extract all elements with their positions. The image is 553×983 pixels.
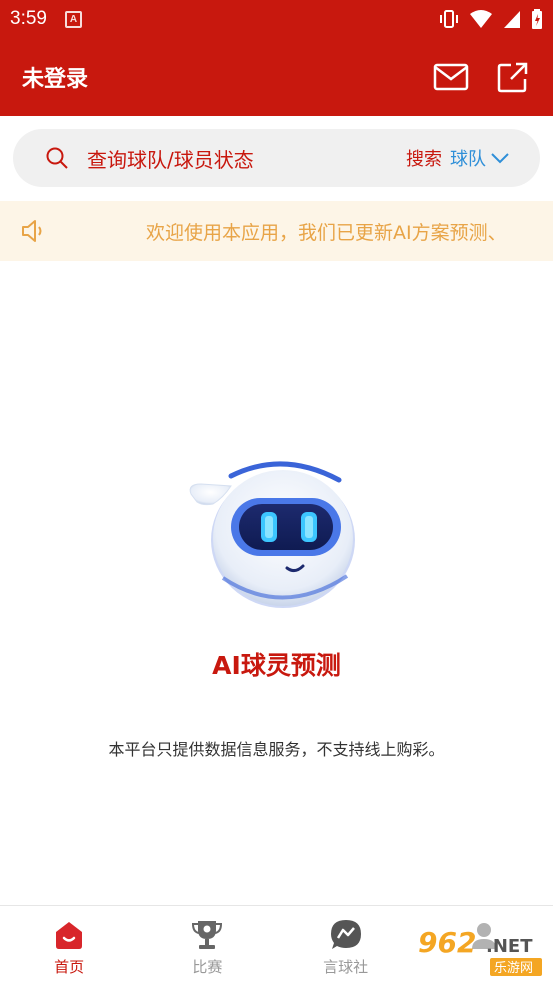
tab-community[interactable]: 言球社: [277, 906, 415, 983]
tab-matches[interactable]: 比赛: [138, 906, 276, 983]
brand-title: AI球灵预测: [212, 651, 341, 680]
trophy-icon: [192, 921, 223, 949]
search-input[interactable]: 查询球队/球员状态: [87, 144, 406, 173]
share-icon: [497, 62, 528, 93]
home-icon: [56, 922, 83, 949]
chevron-down-icon: [491, 153, 509, 164]
speaker-icon: [22, 220, 42, 242]
tab-home[interactable]: 首页: [0, 906, 138, 983]
tab-community-label: 言球社: [323, 958, 369, 976]
robot-mascot-icon: [189, 461, 355, 608]
status-icons: [438, 8, 543, 30]
search-bar[interactable]: 查询球队/球员状态 搜索 球队: [13, 129, 540, 187]
search-button[interactable]: 搜索: [406, 145, 442, 171]
mail-button[interactable]: [433, 59, 469, 95]
app-bar-actions: [433, 59, 531, 95]
watermark-logo: 962 .NET 乐游网: [414, 922, 546, 978]
battery-icon: [532, 9, 542, 29]
wifi-icon: [470, 10, 492, 28]
status-time: 3:59: [10, 8, 47, 29]
svg-text:.NET: .NET: [486, 936, 533, 957]
disclaimer-text: 本平台只提供数据信息服务，不支持线上购彩。: [108, 740, 445, 759]
share-button[interactable]: [495, 59, 531, 95]
search-type-label: 球队: [450, 149, 486, 170]
mail-icon: [433, 63, 469, 91]
tab-home-label: 首页: [54, 958, 85, 976]
search-type-dropdown[interactable]: 球队: [450, 145, 510, 171]
chat-icon: [330, 920, 361, 949]
notice-text: 欢迎使用本应用，我们已更新AI方案预测、: [146, 221, 507, 244]
app-bar: 未登录: [0, 38, 553, 116]
status-bar: 3:59 A: [0, 0, 553, 38]
notification-badge-icon: A: [64, 10, 82, 28]
vibrate-icon: [440, 10, 458, 28]
svg-text:乐游网: 乐游网: [494, 961, 533, 976]
svg-text:962: 962: [418, 926, 476, 959]
search-icon: [46, 147, 68, 169]
login-status-title[interactable]: 未登录: [22, 61, 88, 93]
notice-bar[interactable]: 欢迎使用本应用，我们已更新AI方案预测、: [0, 201, 553, 261]
tab-matches-label: 比赛: [192, 958, 223, 976]
signal-icon: [504, 11, 520, 28]
